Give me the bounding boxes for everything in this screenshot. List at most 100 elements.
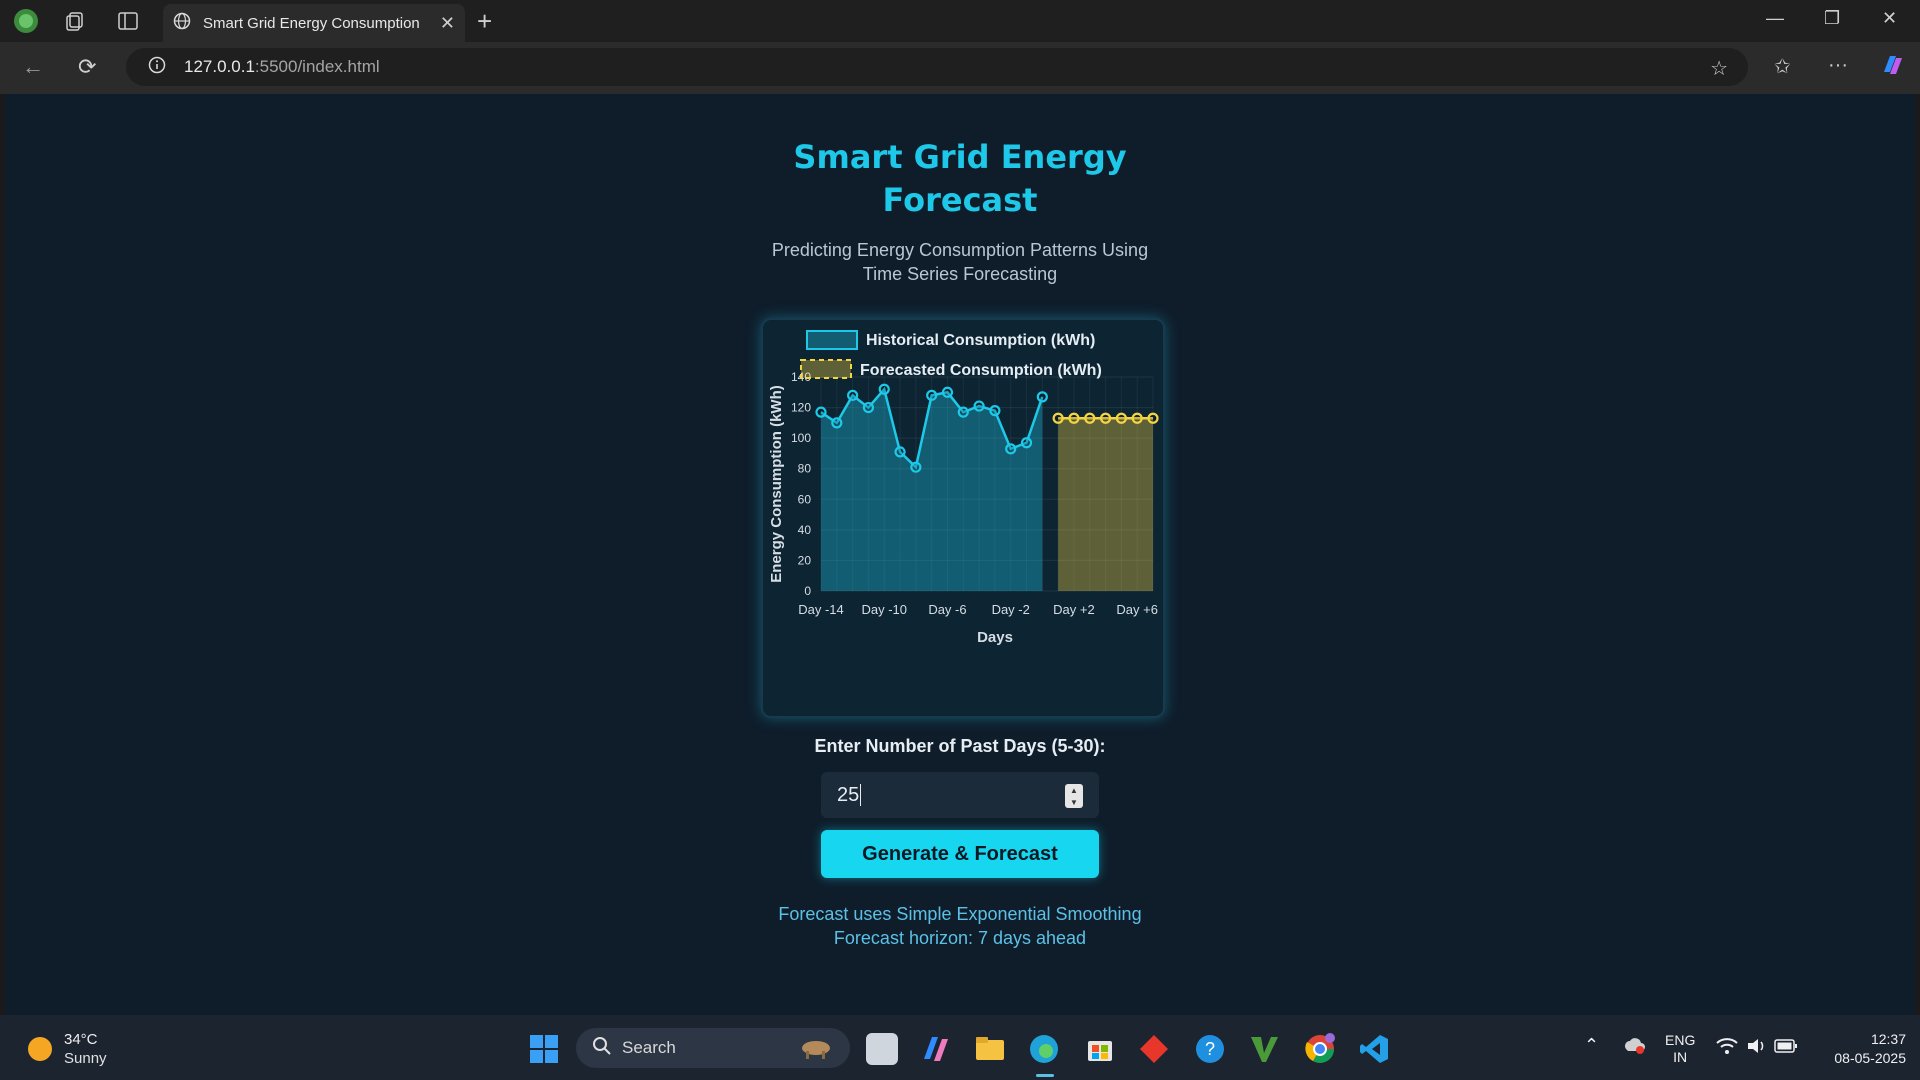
weather-condition[interactable]: Sunny (64, 1050, 107, 1067)
data-point (1115, 412, 1127, 424)
refresh-icon[interactable]: ⟳ (78, 54, 96, 80)
taskbar-search[interactable]: Search (576, 1028, 850, 1068)
browser-tab[interactable]: Smart Grid Energy Consumption F ✕ (163, 4, 465, 42)
task-view-icon[interactable] (866, 1033, 898, 1065)
svg-text:?: ? (1205, 1039, 1215, 1059)
windows-start-icon[interactable] (528, 1033, 560, 1065)
x-tick-label: Day -10 (861, 602, 907, 617)
minimize-icon[interactable]: — (1766, 8, 1784, 29)
tab-title: Smart Grid Energy Consumption F (203, 14, 423, 32)
data-point (989, 405, 1001, 417)
data-point (894, 446, 906, 458)
microsoft-store-icon[interactable] (1084, 1033, 1116, 1065)
taskbar: 34°C Sunny Search ? ⌃ ENG IN 12:37 08-05… (0, 1015, 1920, 1080)
legend-swatch-historical (806, 330, 858, 350)
number-spinner[interactable]: ▲ ▼ (1065, 784, 1083, 808)
copilot-app-icon[interactable] (920, 1033, 952, 1065)
url-text: 127.0.0.1:5500/index.html (184, 57, 380, 76)
site-info-icon[interactable] (148, 56, 166, 79)
data-point (1099, 412, 1112, 424)
y-tick-label: 80 (798, 462, 812, 476)
active-app-indicator (1036, 1074, 1054, 1077)
days-input-value: 25 (837, 783, 860, 806)
text-caret (860, 784, 862, 806)
address-bar[interactable]: 127.0.0.1:5500/index.html ☆ (126, 48, 1748, 86)
y-axis-title: Energy Consumption (kWh) (768, 385, 785, 583)
chart-card: 020406080100120140Day -14Day -10Day -6Da… (761, 318, 1165, 718)
show-hidden-icons-icon[interactable]: ⌃ (1584, 1035, 1599, 1056)
wifi-icon[interactable] (1716, 1037, 1738, 1058)
help-icon[interactable]: ? (1194, 1033, 1226, 1065)
weather-temp[interactable]: 34°C (64, 1031, 98, 1048)
legend-label-historical: Historical Consumption (kWh) (866, 332, 1095, 349)
search-highlight-icon (796, 1033, 836, 1064)
edge-browser-icon[interactable] (1028, 1033, 1060, 1065)
data-point (1005, 443, 1017, 455)
data-point (1131, 412, 1143, 424)
clock[interactable]: 12:37 08-05-2025 (1816, 1030, 1906, 1068)
weather-sun-icon[interactable] (28, 1037, 52, 1061)
forecast-method-note: Forecast uses Simple Exponential Smoothi… (778, 904, 1142, 924)
data-point (1068, 412, 1080, 424)
data-point (1147, 412, 1159, 424)
close-window-icon[interactable]: ✕ (1882, 8, 1897, 29)
page-content: Smart Grid Energy Forecast Predicting En… (5, 94, 1915, 1015)
battery-icon[interactable] (1774, 1038, 1798, 1057)
days-input-label: Enter Number of Past Days (5-30): (814, 736, 1106, 756)
data-point (878, 383, 890, 395)
energy-chart: 020406080100120140Day -14Day -10Day -6Da… (768, 330, 1159, 646)
onedrive-status-icon[interactable] (1622, 1035, 1646, 1058)
vscode-icon[interactable] (1358, 1033, 1390, 1065)
data-point (847, 389, 859, 401)
search-icon (592, 1036, 612, 1061)
vim-icon[interactable] (1248, 1033, 1280, 1065)
page-title: Smart Grid Energy Forecast (793, 138, 1127, 219)
restore-icon[interactable]: ❐ (1824, 8, 1840, 29)
x-axis-title: Days (977, 629, 1013, 646)
x-tick-label: Day -2 (992, 602, 1030, 617)
search-label: Search (622, 1038, 676, 1057)
vertical-tabs-icon[interactable] (114, 8, 142, 34)
series-area-1 (1058, 418, 1153, 591)
browser-tab-bar: Smart Grid Energy Consumption F ✕ + — ❐ … (0, 0, 1920, 42)
y-tick-label: 60 (798, 492, 812, 506)
data-point (815, 406, 827, 418)
favorites-icon[interactable]: ✩ (1774, 54, 1791, 79)
spinner-up-icon[interactable]: ▲ (1070, 786, 1078, 795)
legend-label-forecast: Forecasted Consumption (kWh) (860, 362, 1102, 379)
volume-icon[interactable] (1746, 1037, 1766, 1058)
y-tick-label: 120 (791, 401, 811, 415)
profile-avatar-icon[interactable] (12, 8, 40, 34)
close-tab-icon[interactable]: ✕ (440, 13, 455, 34)
forecast-horizon-note: Forecast horizon: 7 days ahead (833, 928, 1087, 948)
spinner-down-icon[interactable]: ▼ (1070, 798, 1078, 807)
data-point (1036, 391, 1048, 403)
back-arrow-icon[interactable]: ← (22, 54, 44, 80)
data-point (1052, 412, 1064, 424)
legend-swatch-forecast (800, 359, 852, 379)
x-tick-label: Day +6 (1116, 602, 1158, 617)
y-tick-label: 40 (798, 523, 812, 537)
copilot-icon[interactable] (1880, 52, 1906, 84)
days-input[interactable]: 25 ▲ ▼ (821, 772, 1099, 818)
globe-icon (173, 12, 191, 35)
app-diamond-icon[interactable] (1138, 1033, 1170, 1065)
generate-forecast-button[interactable]: Generate & Forecast (821, 830, 1099, 878)
input-language[interactable]: ENG IN (1665, 1032, 1695, 1066)
chrome-browser-icon[interactable] (1304, 1033, 1336, 1065)
data-point (1084, 412, 1096, 424)
new-tab-icon[interactable]: + (477, 8, 492, 34)
x-tick-label: Day +2 (1053, 602, 1095, 617)
data-point (831, 417, 843, 429)
y-tick-label: 20 (798, 553, 812, 567)
page-subtitle: Predicting Energy Consumption Patterns U… (771, 240, 1149, 284)
data-point (862, 401, 875, 414)
favorite-star-icon[interactable]: ☆ (1710, 56, 1728, 81)
workspaces-icon[interactable] (62, 8, 90, 34)
y-tick-label: 100 (791, 431, 811, 445)
data-point (1020, 437, 1033, 449)
more-options-icon[interactable]: ··· (1828, 54, 1848, 77)
file-explorer-icon[interactable] (974, 1033, 1006, 1065)
y-tick-label: 0 (804, 584, 811, 598)
data-point (973, 400, 985, 412)
